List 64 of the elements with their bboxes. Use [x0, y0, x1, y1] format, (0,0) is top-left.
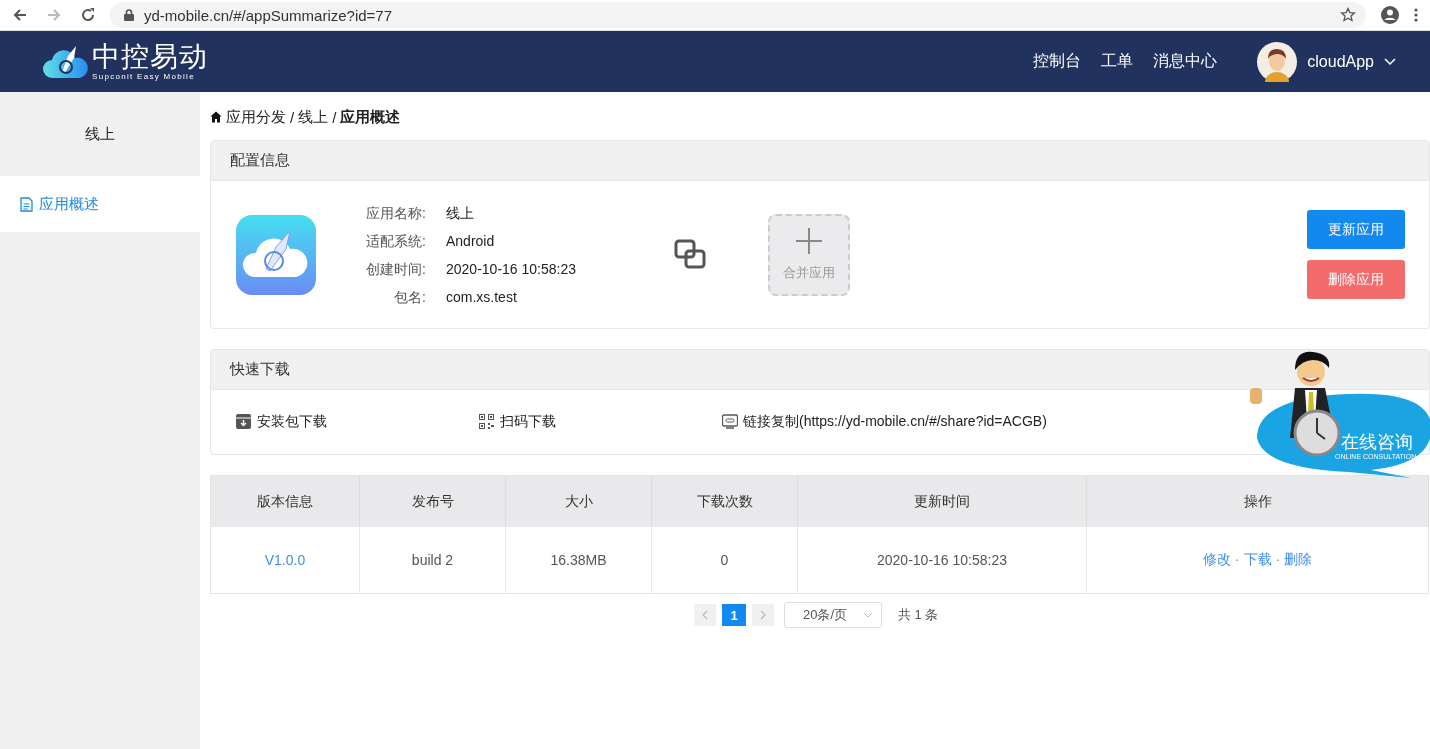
page-button[interactable]: 1	[722, 604, 746, 626]
document-icon	[20, 196, 33, 212]
card-title: 快速下载	[211, 350, 1429, 390]
nav-link[interactable]: 消息中心	[1153, 51, 1218, 72]
field-label: 适配系统:	[365, 231, 426, 250]
field-value: 2020-10-16 10:58:23	[446, 259, 577, 278]
breadcrumb-item[interactable]: 线上	[298, 107, 329, 127]
column-header: 下载次数	[651, 475, 798, 527]
user-menu[interactable]: cloudApp	[1257, 41, 1396, 82]
avatar-icon	[1257, 41, 1298, 82]
column-header: 更新时间	[797, 475, 1087, 527]
update-app-button[interactable]: 更新应用	[1307, 210, 1405, 249]
chevron-down-icon	[863, 612, 873, 618]
column-header: 操作	[1086, 475, 1429, 527]
action-link[interactable]: 修改	[1202, 551, 1231, 567]
home-icon	[210, 111, 222, 123]
nav-link[interactable]: 控制台	[1033, 51, 1082, 72]
logo-subtitle: Supconit Easy Mobile	[92, 72, 196, 81]
more-icon[interactable]	[1414, 7, 1418, 23]
field-value: com.xs.test	[446, 287, 518, 306]
logo-title: 中控易动	[92, 42, 208, 72]
field-label: 包名:	[393, 287, 426, 306]
sidebar-item[interactable]: 应用概述	[0, 176, 200, 232]
table-cell: 0	[651, 527, 798, 594]
breadcrumb-separator: /	[332, 108, 337, 126]
download-link[interactable]: 扫码下载	[479, 413, 722, 431]
column-header: 发布号	[359, 475, 506, 527]
download-link[interactable]: 安装包下载	[236, 413, 479, 431]
address-bar[interactable]: yd-mobile.cn/#/appSummarize?id=77	[110, 2, 1366, 28]
sidebar-item[interactable]: 线上	[0, 106, 200, 162]
breadcrumb-item[interactable]: 应用分发	[226, 107, 286, 127]
table-cell: 2020-10-16 10:58:23	[797, 527, 1087, 594]
download-link[interactable]: 链接复制(https://yd-mobile.cn/#/share?id=ACGB)	[722, 413, 1047, 431]
column-header: 版本信息	[210, 475, 360, 527]
consultation-title: 在线咨询	[1341, 432, 1414, 452]
page-size-select[interactable]: 20条/页	[784, 602, 882, 628]
field-value: Android	[446, 231, 496, 250]
breadcrumb-separator: /	[290, 108, 295, 126]
table-cell: build 2	[359, 527, 506, 594]
field-label: 应用名称:	[365, 203, 426, 222]
lock-icon	[124, 9, 134, 21]
nav-link[interactable]: 工单	[1101, 51, 1134, 72]
action-link[interactable]: 删除	[1284, 551, 1313, 567]
plus-icon	[796, 227, 822, 254]
account-icon[interactable]	[1380, 5, 1400, 25]
breadcrumb-item: 应用概述	[340, 107, 401, 127]
qr-code-icon	[479, 414, 495, 430]
link-monitor-icon	[722, 414, 738, 430]
total-count: 共 1 条	[898, 606, 939, 624]
chevron-down-icon	[1384, 57, 1396, 66]
url-text: yd-mobile.cn/#/appSummarize?id=77	[144, 6, 394, 24]
field-label: 创建时间:	[365, 259, 426, 278]
column-header: 大小	[505, 475, 652, 527]
link-squares-icon	[674, 238, 708, 271]
app-icon	[236, 214, 316, 295]
table-cell: 16.38MB	[505, 527, 652, 594]
download-box-icon	[236, 414, 252, 430]
field-value: 线上	[446, 203, 475, 222]
reload-icon[interactable]	[80, 7, 96, 23]
action-separator: ·	[1275, 551, 1281, 567]
card-title: 配置信息	[211, 141, 1429, 181]
star-icon[interactable]	[1340, 7, 1356, 23]
action-separator: ·	[1234, 551, 1240, 567]
back-icon[interactable]	[12, 7, 28, 23]
